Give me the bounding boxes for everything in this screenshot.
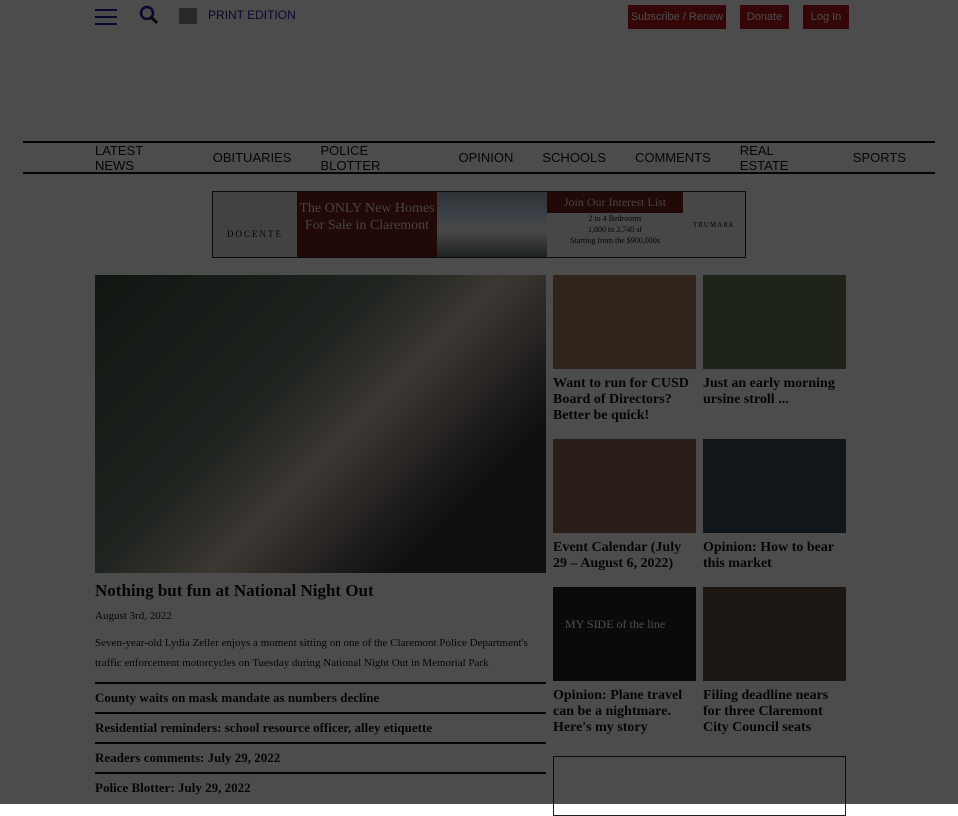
ad-info: Join Our Interest List 2 to 4 Bedrooms 1…	[547, 192, 683, 257]
ad-cta[interactable]: Join Our Interest List	[547, 192, 683, 213]
story-title[interactable]: Opinion: Plane travel can be a nightmare…	[553, 688, 696, 736]
nav-sports[interactable]: SPORTS	[853, 150, 906, 165]
menu-icon[interactable]	[95, 9, 117, 25]
featured-description: Seven-year-old Lydia Zeller enjoys a mom…	[95, 637, 528, 669]
story-title[interactable]: Opinion: How to bear this market	[703, 540, 846, 572]
story-image[interactable]	[553, 275, 696, 369]
sidebar-box	[553, 756, 846, 816]
story-image[interactable]	[703, 587, 846, 681]
story-card[interactable]: Filing deadline nears for three Claremon…	[703, 587, 846, 736]
story-card[interactable]: Opinion: How to bear this market	[703, 439, 846, 572]
subscribe-button[interactable]: Subscribe / Renew	[628, 5, 726, 29]
ad-detail: 2 to 4 Bedrooms	[588, 214, 642, 223]
nav-real-estate[interactable]: REAL ESTATE	[740, 143, 824, 173]
story-title[interactable]: Filing deadline nears for three Claremon…	[703, 688, 846, 736]
nav-obituaries[interactable]: OBITUARIES	[213, 150, 292, 165]
story-card[interactable]: Event Calendar (July 29 – August 6, 2022…	[553, 439, 696, 572]
story-title[interactable]: Want to run for CUSD Board of Directors?…	[553, 376, 696, 424]
ad-photo	[437, 192, 547, 257]
story-image[interactable]	[703, 275, 846, 369]
headline-link[interactable]: County waits on mask mandate as numbers …	[95, 682, 546, 712]
ad-detail: Starting from the $900,000s	[570, 236, 660, 245]
story-image[interactable]	[703, 439, 846, 533]
nav-opinion[interactable]: OPINION	[458, 150, 513, 165]
story-image[interactable]: MY SIDE of the line	[553, 587, 696, 681]
headline-link[interactable]: Residential reminders: school resource o…	[95, 712, 546, 742]
nav-schools[interactable]: SCHOOLS	[542, 150, 606, 165]
login-button[interactable]: Log In	[803, 5, 849, 29]
nav-comments[interactable]: COMMENTS	[635, 150, 711, 165]
ad-headline: The ONLY New Homes For Sale in Claremont	[297, 192, 437, 257]
print-edition-link[interactable]: PRINT EDITION	[208, 8, 296, 22]
featured-title[interactable]: Nothing but fun at National Night Out	[95, 581, 374, 601]
advertisement-banner[interactable]: DOCENTE The ONLY New Homes For Sale in C…	[212, 191, 746, 258]
ad-brand: TRUMARK	[683, 192, 745, 257]
ad-detail: 1,800 to 2,740 sf	[588, 225, 642, 234]
nav-latest-news[interactable]: LATEST NEWS	[95, 143, 184, 173]
headline-link[interactable]: Readers comments: July 29, 2022	[95, 742, 546, 772]
story-image[interactable]	[553, 439, 696, 533]
top-bar: PRINT EDITION Subscribe / Renew Donate L…	[0, 0, 958, 36]
headline-list: County waits on mask mandate as numbers …	[95, 682, 546, 802]
main-nav: LATEST NEWS OBITUARIES POLICE BLOTTER OP…	[23, 141, 935, 174]
headline-link[interactable]: Police Blotter: July 29, 2022	[95, 772, 546, 802]
image-overlay-text: MY SIDE of the line	[565, 617, 666, 631]
ad-logo: DOCENTE	[213, 192, 297, 257]
story-title[interactable]: Just an early morning ursine stroll ...	[703, 376, 846, 408]
story-card[interactable]: MY SIDE of the line Opinion: Plane travel…	[553, 587, 696, 736]
featured-image[interactable]	[95, 275, 546, 573]
nav-police-blotter[interactable]: POLICE BLOTTER	[320, 143, 429, 173]
featured-date: August 3rd, 2022	[95, 610, 172, 622]
story-title[interactable]: Event Calendar (July 29 – August 6, 2022…	[553, 540, 696, 572]
donate-button[interactable]: Donate	[740, 5, 789, 29]
story-card[interactable]: Just an early morning ursine stroll ...	[703, 275, 846, 408]
search-icon[interactable]	[139, 5, 159, 25]
newspaper-icon[interactable]	[179, 8, 197, 24]
story-card[interactable]: Want to run for CUSD Board of Directors?…	[553, 275, 696, 424]
